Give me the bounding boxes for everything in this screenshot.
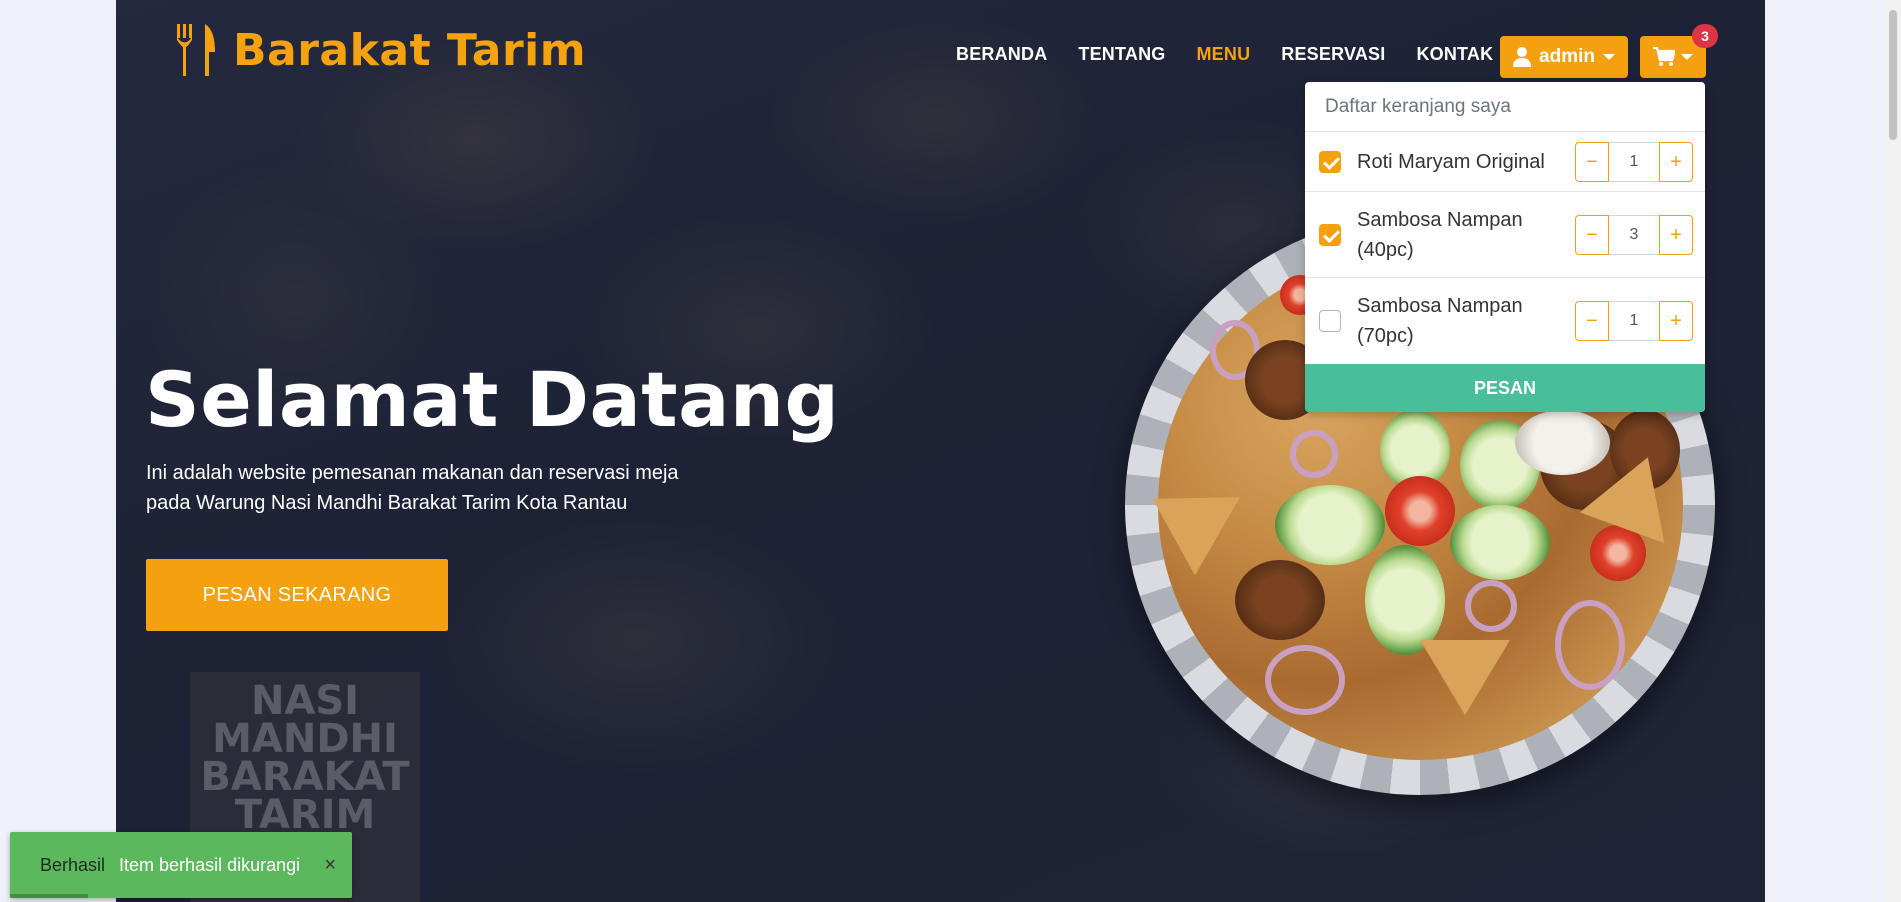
main-nav: BERANDA TENTANG MENU RESERVASI KONTAK [956, 44, 1524, 65]
admin-label: admin [1539, 46, 1595, 67]
cart-item-checkbox[interactable] [1319, 310, 1341, 332]
cart-count-badge: 3 [1692, 24, 1718, 48]
cart-item-checkbox[interactable] [1319, 224, 1341, 246]
close-icon[interactable]: × [324, 854, 336, 877]
cart-item-checkbox[interactable] [1319, 151, 1341, 173]
decrease-button[interactable]: − [1575, 215, 1609, 255]
onion-ring [1265, 645, 1345, 715]
cucumber-slice [1450, 505, 1550, 580]
quantity-stepper: − 1 + [1575, 301, 1693, 341]
onion-ring [1465, 580, 1517, 632]
toast-progress-bar [10, 894, 88, 898]
onion-ring [1290, 430, 1338, 478]
chicken-piece [1235, 560, 1325, 640]
toast-message: Item berhasil dikurangi [119, 854, 301, 875]
page-scrollbar[interactable] [1885, 0, 1901, 902]
cart-item-name: Roti Maryam Original [1357, 151, 1545, 173]
cart-item: Sambosa Nampan (70pc) − 1 + [1305, 278, 1705, 364]
toast-title: Berhasil [40, 854, 106, 875]
increase-button[interactable]: + [1659, 142, 1693, 182]
sauce-cup [1515, 410, 1610, 475]
success-toast: Berhasil Item berhasil dikurangi × [10, 832, 352, 898]
order-button[interactable]: PESAN [1305, 364, 1705, 412]
nav-item-menu[interactable]: MENU [1196, 44, 1250, 65]
quantity-field[interactable]: 1 [1609, 301, 1659, 341]
order-now-button[interactable]: PESAN SEKARANG [146, 559, 448, 631]
increase-button[interactable]: + [1659, 215, 1693, 255]
user-icon [1513, 47, 1532, 67]
nav-item-reservasi[interactable]: RESERVASI [1281, 44, 1385, 65]
decrease-button[interactable]: − [1575, 142, 1609, 182]
quantity-field[interactable]: 3 [1609, 215, 1659, 255]
cart-dropdown-menu: Daftar keranjang saya Roti Maryam Origin… [1305, 82, 1705, 412]
hero-title: Selamat Datang [145, 355, 840, 444]
brand-name: Barakat Tarim [233, 24, 587, 76]
quantity-stepper: − 3 + [1575, 215, 1693, 255]
increase-button[interactable]: + [1659, 301, 1693, 341]
quantity-stepper: − 1 + [1575, 142, 1693, 182]
samosa-piece [1420, 640, 1510, 715]
cart-item: Sambosa Nampan (40pc) − 3 + [1305, 192, 1705, 278]
chevron-down-icon [1602, 54, 1615, 60]
nav-item-tentang[interactable]: TENTANG [1078, 44, 1165, 65]
cart-item: Roti Maryam Original − 1 + [1305, 132, 1705, 192]
chevron-down-icon [1681, 54, 1693, 60]
tomato-slice [1385, 476, 1455, 546]
onion-ring [1555, 600, 1625, 690]
decrease-button[interactable]: − [1575, 301, 1609, 341]
fork-knife-icon [177, 24, 215, 76]
scrollbar-thumb[interactable] [1889, 10, 1897, 140]
cucumber-slice [1275, 485, 1385, 565]
admin-dropdown-button[interactable]: admin [1500, 36, 1628, 78]
hero-description: Ini adalah website pemesanan makanan dan… [146, 462, 679, 514]
quantity-field[interactable]: 1 [1609, 142, 1659, 182]
nav-item-beranda[interactable]: BERANDA [956, 44, 1047, 65]
cart-icon [1653, 47, 1675, 66]
cart-header: Daftar keranjang saya [1305, 82, 1705, 132]
cart-item-name: Sambosa Nampan (70pc) [1357, 295, 1523, 347]
cucumber-slice [1365, 545, 1445, 655]
brand-logo[interactable]: Barakat Tarim [175, 24, 586, 76]
nav-item-kontak[interactable]: KONTAK [1416, 44, 1493, 65]
cart-item-name: Sambosa Nampan (40pc) [1357, 209, 1523, 261]
